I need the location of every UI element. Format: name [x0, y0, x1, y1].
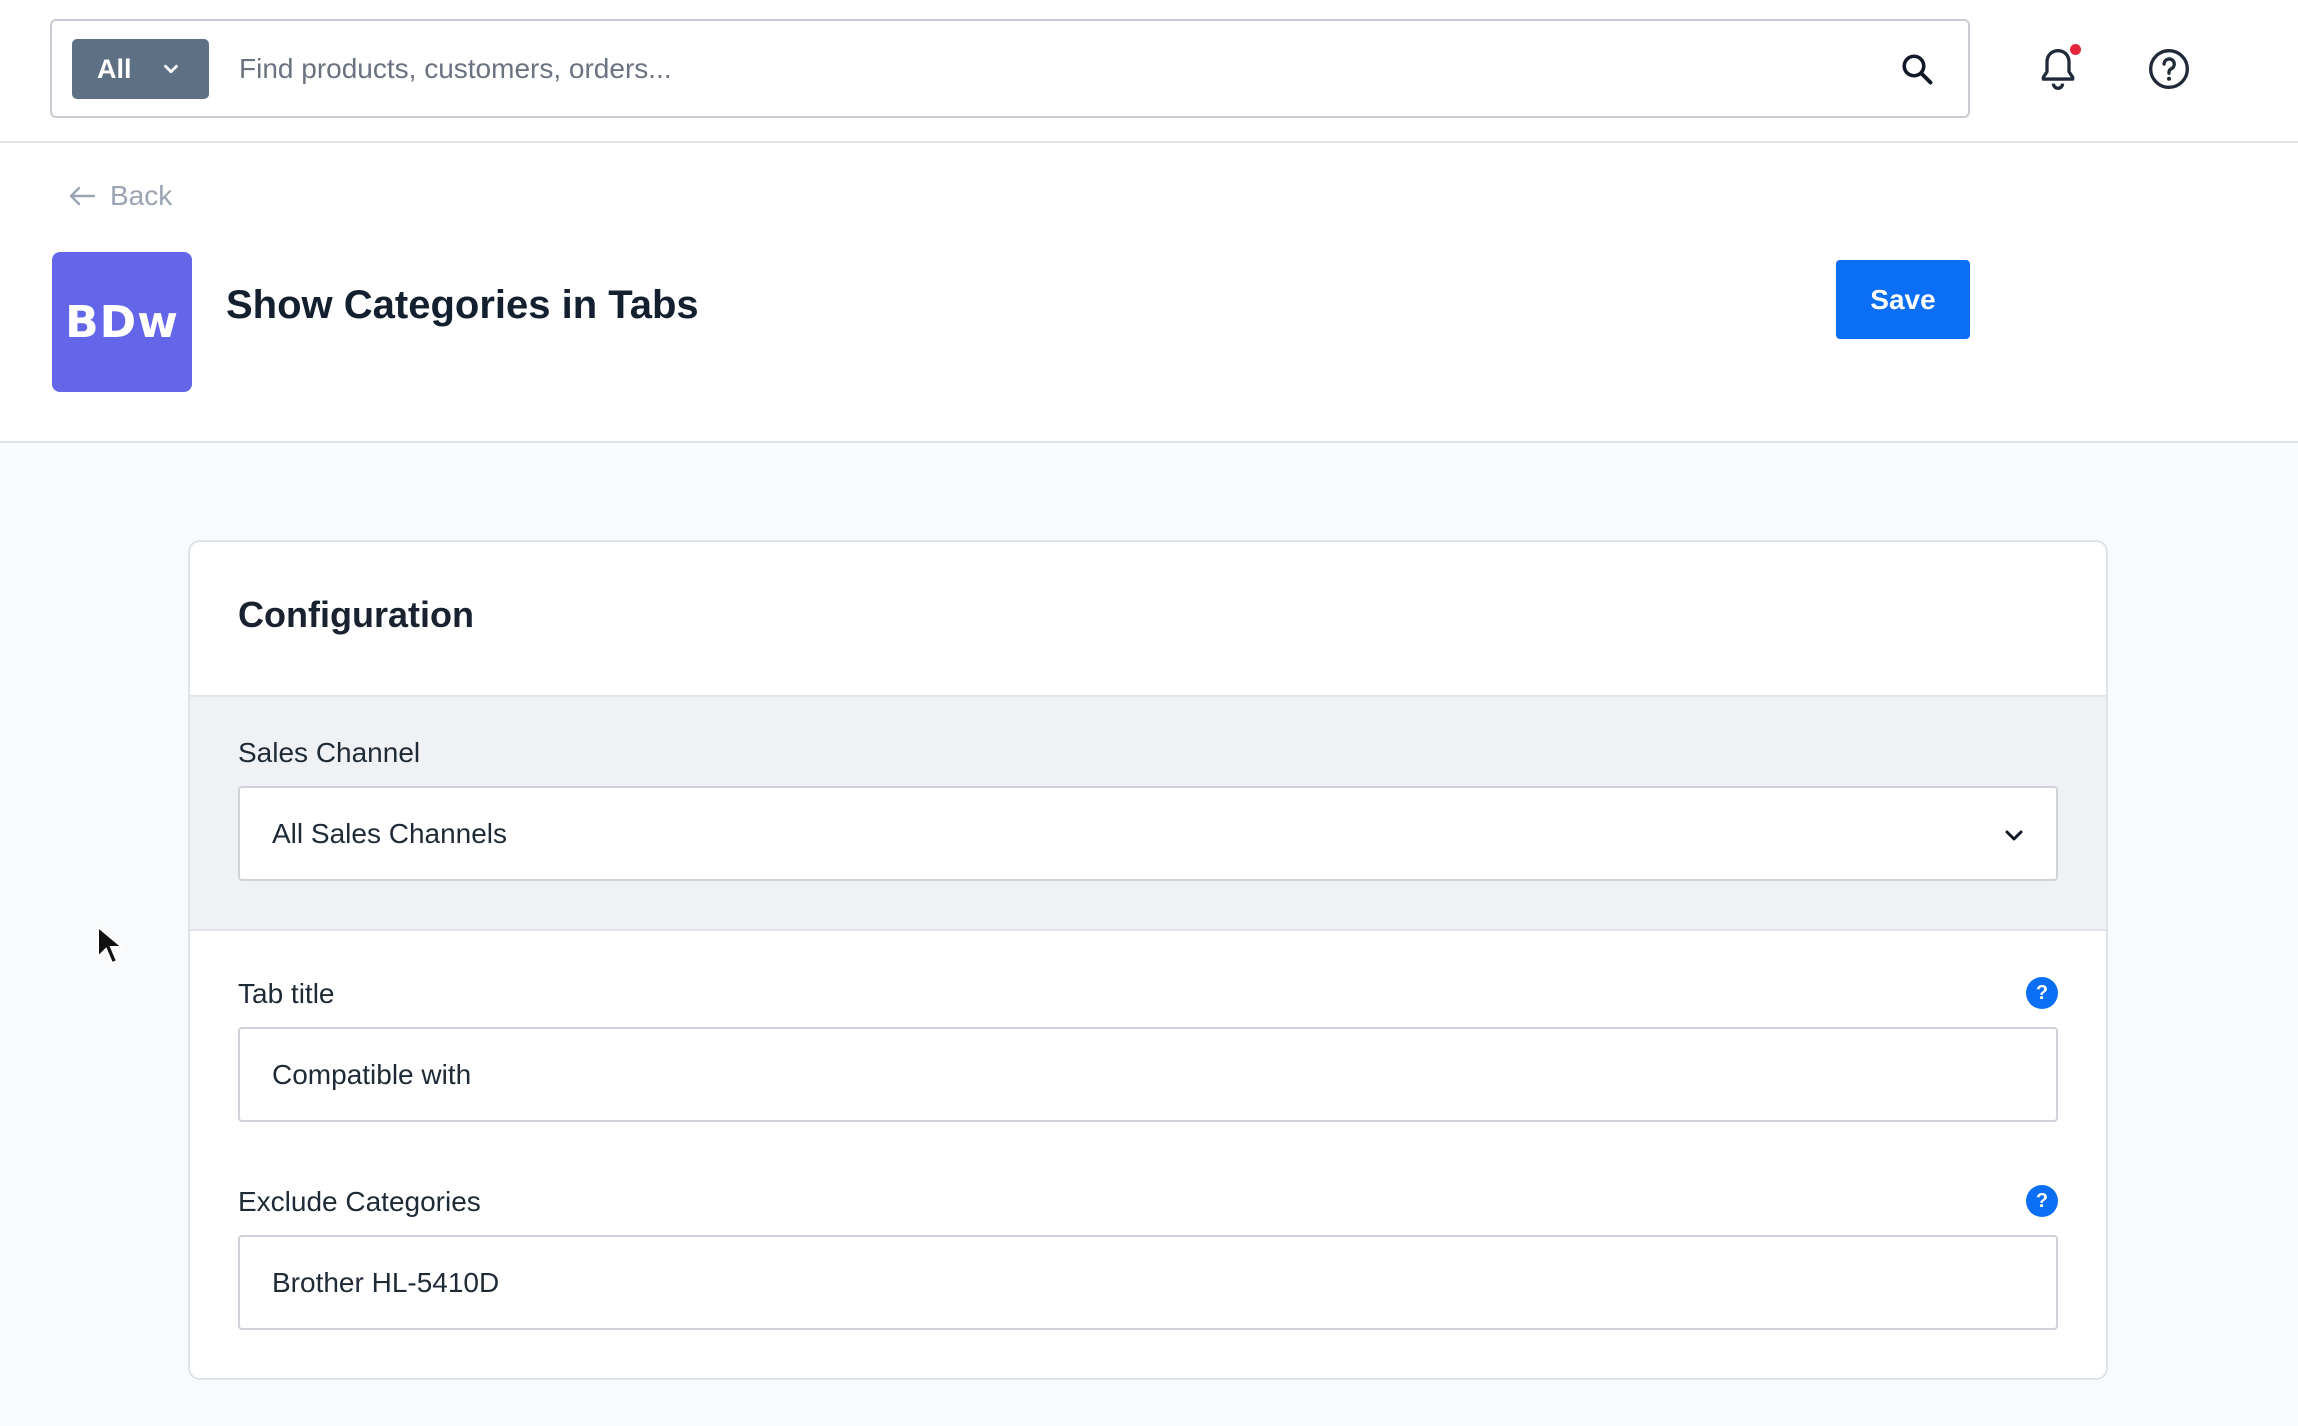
exclude-categories-help-icon[interactable]: ? [2026, 1185, 2058, 1217]
page-title: Show Categories in Tabs [226, 283, 699, 327]
tab-title-label: Tab title [238, 978, 335, 1009]
back-label: Back [110, 180, 173, 211]
chevron-down-icon [2005, 830, 2023, 841]
chevron-down-icon [164, 64, 178, 74]
search-icon[interactable] [1899, 51, 1935, 87]
sales-channel-select[interactable]: All Sales Channels [238, 786, 2058, 881]
card-title: Configuration [238, 594, 474, 635]
exclude-categories-value: Brother HL-5410D [272, 1266, 500, 1298]
tab-title-help-icon[interactable]: ? [2026, 977, 2058, 1009]
search-input[interactable] [239, 41, 1879, 97]
sales-channel-label: Sales Channel [238, 737, 421, 768]
global-search: All [50, 19, 1970, 118]
save-button[interactable]: Save [1836, 260, 1970, 339]
page-header: Back BDw Show Categories in Tabs Save [0, 143, 2298, 443]
search-scope-dropdown[interactable]: All [72, 39, 209, 99]
sales-channel-value: All Sales Channels [272, 817, 508, 849]
top-bar: All [0, 0, 2298, 143]
back-link[interactable]: Back [68, 180, 172, 212]
mouse-cursor-icon [97, 925, 124, 965]
notification-dot [2070, 44, 2081, 55]
search-scope-label: All [97, 53, 132, 84]
tab-title-input[interactable]: Compatible with [238, 1027, 2058, 1122]
help-circle-icon[interactable] [2147, 47, 2191, 91]
arrow-left-icon [69, 186, 96, 206]
app-logo-text: BDw [65, 296, 179, 348]
exclude-categories-input[interactable]: Brother HL-5410D [238, 1235, 2058, 1330]
app-logo: BDw [52, 252, 192, 392]
exclude-categories-label: Exclude Categories [238, 1186, 481, 1217]
sales-channel-section: Sales Channel All Sales Channels [190, 695, 2106, 931]
configuration-card: Configuration Sales Channel All Sales Ch… [188, 540, 2108, 1380]
tab-title-value: Compatible with [272, 1058, 472, 1090]
